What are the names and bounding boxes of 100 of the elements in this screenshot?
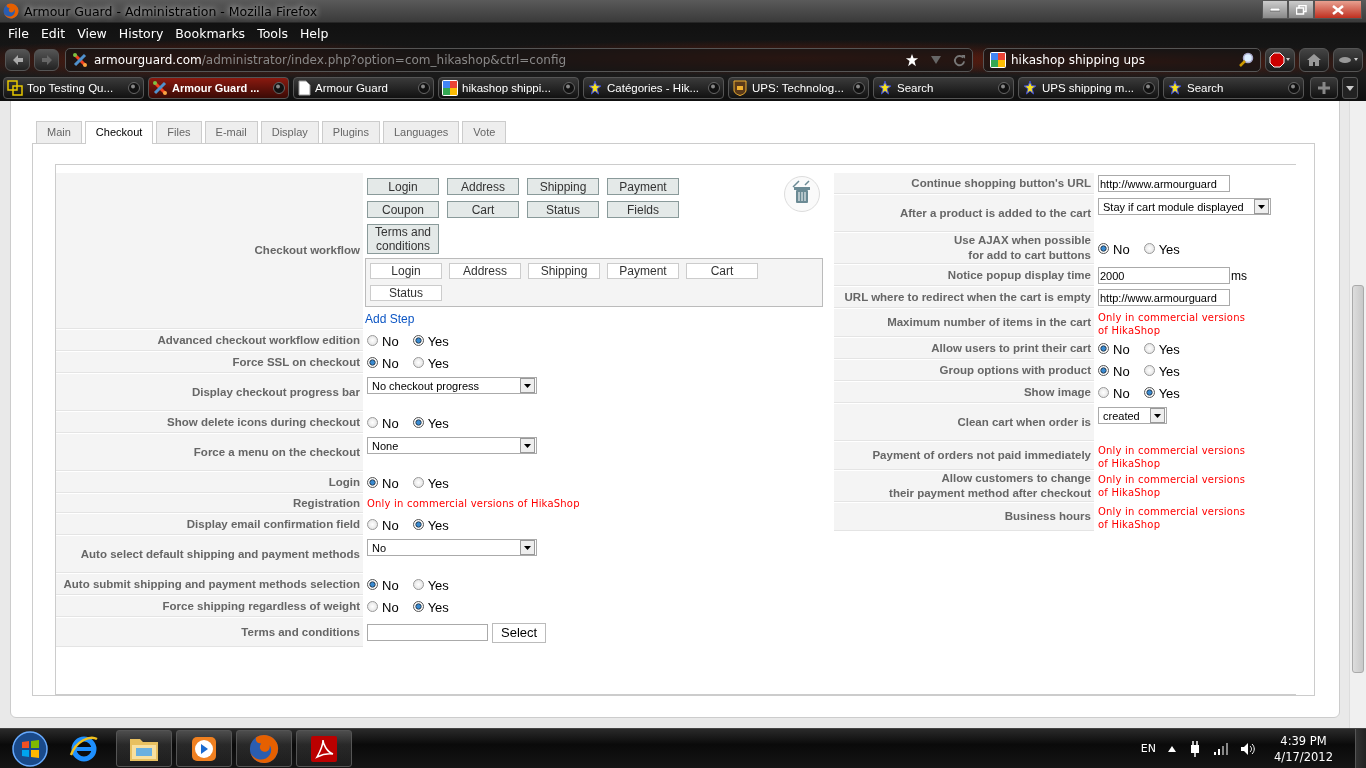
- browser-tab[interactable]: hikashop shippi...: [438, 77, 579, 99]
- close-button[interactable]: [1314, 0, 1362, 19]
- step-button[interactable]: Coupon: [367, 201, 439, 218]
- trash-icon[interactable]: [783, 175, 821, 213]
- radio-button[interactable]: [367, 601, 378, 612]
- dropdown[interactable]: No checkout progress: [367, 377, 537, 394]
- speaker-icon[interactable]: [1240, 741, 1257, 756]
- radio-button[interactable]: [412, 519, 424, 530]
- radio-button[interactable]: [367, 357, 378, 368]
- step-button[interactable]: Shipping: [528, 263, 600, 279]
- radio-button[interactable]: [1143, 387, 1155, 398]
- star-icon[interactable]: [905, 53, 919, 67]
- home-button[interactable]: [1299, 48, 1329, 72]
- close-tab-icon[interactable]: [853, 82, 865, 94]
- select-button[interactable]: Select: [492, 622, 547, 643]
- step-button[interactable]: Status: [370, 285, 442, 301]
- step-button[interactable]: Address: [447, 178, 519, 195]
- radio-button[interactable]: [367, 335, 378, 346]
- radio-button[interactable]: [1098, 243, 1109, 254]
- taskbar-button[interactable]: [176, 730, 232, 767]
- text-field[interactable]: http://www.armourguard: [1098, 175, 1230, 192]
- close-tab-icon[interactable]: [1143, 82, 1155, 94]
- settings-tab[interactable]: Main: [36, 121, 82, 143]
- step-button[interactable]: Login: [370, 263, 442, 279]
- close-tab-icon[interactable]: [128, 82, 140, 94]
- dropdown[interactable]: No: [367, 539, 537, 556]
- radio-button[interactable]: [367, 579, 378, 590]
- taskbar-button[interactable]: [116, 730, 172, 767]
- settings-tab[interactable]: Languages: [382, 121, 460, 143]
- radio-button[interactable]: [1098, 365, 1109, 376]
- radio-button[interactable]: [412, 357, 424, 368]
- restore-button[interactable]: [1288, 0, 1314, 19]
- menu-item[interactable]: Edit: [36, 26, 74, 41]
- step-button[interactable]: Payment: [607, 263, 679, 279]
- browser-tab[interactable]: UPS shipping m...: [1018, 77, 1159, 99]
- close-tab-icon[interactable]: [998, 82, 1010, 94]
- step-button[interactable]: Shipping: [527, 178, 599, 195]
- radio-button[interactable]: [1143, 365, 1155, 376]
- show-hidden-icons-arrow-icon[interactable]: [1168, 745, 1177, 752]
- radio-button[interactable]: [412, 579, 424, 590]
- radio-button[interactable]: [412, 601, 424, 612]
- menu-item[interactable]: Help: [295, 26, 337, 41]
- radio-button[interactable]: [1098, 343, 1109, 354]
- minimize-button[interactable]: [1262, 0, 1288, 19]
- dropdown[interactable]: created: [1098, 407, 1167, 424]
- menu-item[interactable]: View: [73, 26, 115, 41]
- search-field[interactable]: hikashop shipping ups: [983, 48, 1261, 72]
- menu-item[interactable]: History: [114, 26, 172, 41]
- browser-tab[interactable]: Search: [873, 77, 1014, 99]
- close-tab-icon[interactable]: [708, 82, 720, 94]
- search-icon[interactable]: [1238, 52, 1254, 68]
- menu-item[interactable]: File: [4, 26, 37, 41]
- settings-tab[interactable]: Files: [156, 121, 202, 143]
- radio-button[interactable]: [367, 477, 378, 488]
- tab-list-button[interactable]: [1342, 77, 1358, 99]
- adblock-button[interactable]: [1265, 48, 1295, 72]
- radio-button[interactable]: [412, 417, 424, 428]
- step-button[interactable]: Payment: [607, 178, 679, 195]
- radio-button[interactable]: [412, 477, 424, 488]
- browser-tab[interactable]: Search: [1163, 77, 1304, 99]
- dropdown[interactable]: None: [367, 437, 537, 454]
- back-button[interactable]: [5, 49, 30, 71]
- menu-item[interactable]: Tools: [253, 26, 296, 41]
- step-button[interactable]: Login: [367, 178, 439, 195]
- menu-item[interactable]: Bookmarks: [171, 26, 254, 41]
- taskbar-button[interactable]: [296, 730, 352, 767]
- step-button[interactable]: Cart: [447, 201, 519, 218]
- browser-tab[interactable]: Catégories - Hik...: [583, 77, 724, 99]
- radio-button[interactable]: [367, 519, 378, 530]
- address-field[interactable]: armourguard.com/administrator/index.php?option=com_hikashop&ctrl=config: [65, 48, 973, 72]
- text-field[interactable]: 2000: [1098, 267, 1230, 284]
- close-tab-icon[interactable]: [273, 82, 285, 94]
- dropdown-arrow-icon[interactable]: [931, 56, 941, 64]
- browser-tab[interactable]: Armour Guard: [293, 77, 434, 99]
- reload-icon[interactable]: [953, 53, 966, 67]
- scrollbar[interactable]: [1349, 101, 1366, 728]
- new-tab-button[interactable]: [1310, 77, 1338, 99]
- browser-tab[interactable]: UPS: Technolog...: [728, 77, 869, 99]
- settings-tab[interactable]: E-mail: [204, 121, 258, 143]
- settings-tab[interactable]: Display: [260, 121, 319, 143]
- step-button[interactable]: Terms and conditions: [367, 224, 439, 254]
- step-button[interactable]: Status: [527, 201, 599, 218]
- step-button[interactable]: Cart: [686, 263, 758, 279]
- add-step-link[interactable]: Add Step: [365, 312, 827, 326]
- text-field[interactable]: http://www.armourguard: [1098, 289, 1230, 306]
- radio-button[interactable]: [1143, 343, 1155, 354]
- settings-tab[interactable]: Plugins: [321, 121, 380, 143]
- dropdown[interactable]: Stay if cart module displayed: [1098, 198, 1271, 215]
- radio-button[interactable]: [412, 335, 424, 346]
- close-tab-icon[interactable]: [1288, 82, 1300, 94]
- radio-button[interactable]: [1098, 387, 1109, 398]
- scrollbar-thumb[interactable]: [1352, 285, 1364, 673]
- radio-button[interactable]: [1143, 243, 1155, 254]
- close-tab-icon[interactable]: [563, 82, 575, 94]
- text-field[interactable]: [367, 624, 488, 641]
- language-indicator[interactable]: EN: [1140, 742, 1157, 755]
- step-button[interactable]: Fields: [607, 201, 679, 218]
- settings-tab[interactable]: Checkout: [84, 121, 154, 144]
- clock[interactable]: 4:39 PM 4/17/2012: [1274, 732, 1333, 765]
- radio-button[interactable]: [367, 417, 378, 428]
